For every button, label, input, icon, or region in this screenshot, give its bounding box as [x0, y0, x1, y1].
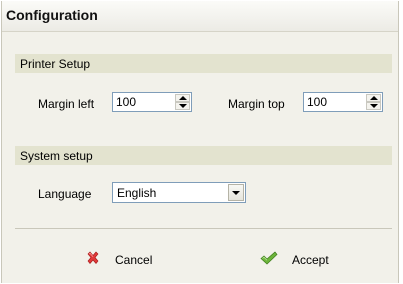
margin-top-label: Margin top	[228, 97, 285, 111]
language-dropdown-button[interactable]	[228, 184, 244, 201]
system-setup-heading: System setup	[20, 149, 93, 163]
margin-top-value[interactable]: 100	[307, 95, 327, 109]
arrow-up-icon	[370, 96, 378, 100]
margin-top-spin-buttons[interactable]	[366, 94, 381, 110]
cancel-label: Cancel	[115, 253, 153, 267]
title-bar: Configuration	[2, 1, 398, 32]
accept-button[interactable]: Accept	[260, 249, 350, 271]
divider	[15, 228, 392, 229]
arrow-down-icon	[370, 104, 378, 108]
red-x-icon	[87, 251, 99, 264]
margin-top-spinner[interactable]: 100	[303, 92, 383, 112]
margin-left-value[interactable]: 100	[116, 95, 136, 109]
accept-label: Accept	[292, 253, 329, 267]
arrow-up-icon	[179, 96, 187, 100]
margin-left-spinner[interactable]: 100	[112, 92, 192, 112]
cancel-button[interactable]: Cancel	[86, 249, 176, 271]
margin-left-label: Margin left	[38, 97, 95, 111]
language-select[interactable]: English	[112, 182, 246, 203]
printer-setup-heading: Printer Setup	[20, 57, 91, 71]
printer-setup-section-header: Printer Setup	[15, 54, 392, 73]
language-label: Language	[38, 187, 92, 201]
green-check-icon	[260, 251, 278, 265]
margin-left-spin-buttons[interactable]	[175, 94, 190, 110]
dialog-title: Configuration	[6, 7, 98, 23]
margin-left-decrement-button[interactable]	[175, 102, 190, 110]
margin-top-decrement-button[interactable]	[366, 102, 381, 110]
margin-top-increment-button[interactable]	[366, 94, 381, 102]
language-selected-value[interactable]: English	[117, 186, 156, 200]
configuration-dialog: Configuration Printer Setup Margin left …	[1, 1, 399, 283]
system-setup-section-header: System setup	[15, 146, 392, 165]
margin-left-increment-button[interactable]	[175, 94, 190, 102]
arrow-down-icon	[179, 104, 187, 108]
chevron-down-icon	[232, 191, 240, 195]
